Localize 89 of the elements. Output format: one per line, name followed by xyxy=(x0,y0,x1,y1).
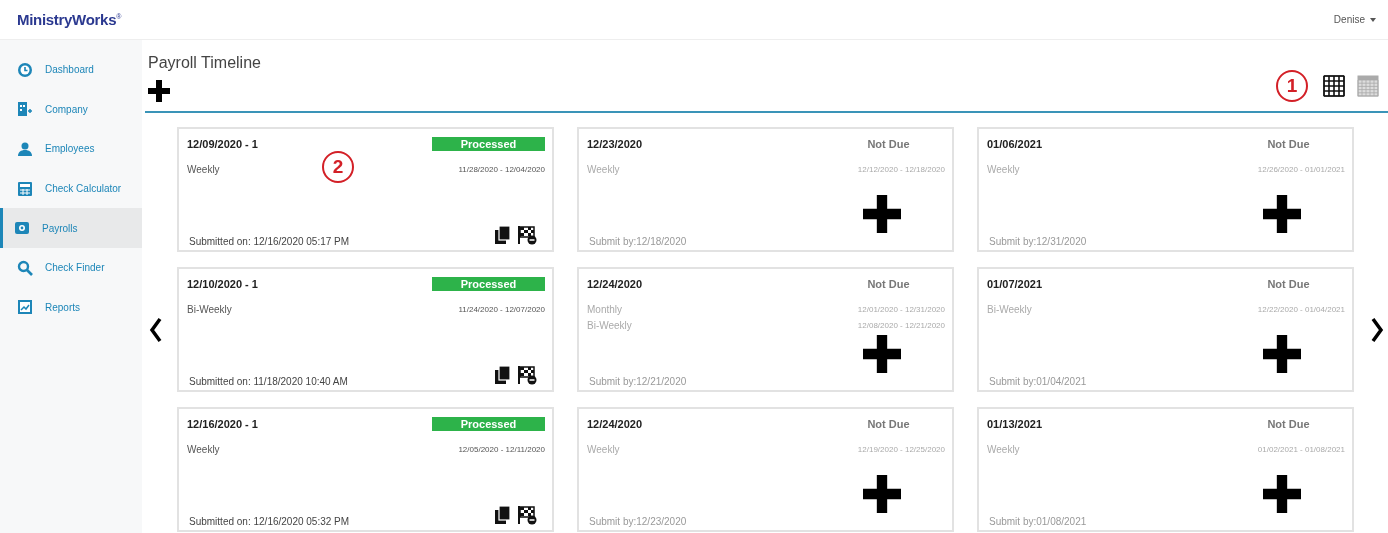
pay-frequency: Monthly xyxy=(587,303,622,315)
report-icon xyxy=(17,299,33,316)
card-footer-text: Submitted on: 12/16/2020 05:17 PM xyxy=(188,236,350,247)
pay-period-range: 12/19/2020 - 12/25/2020 xyxy=(857,444,945,454)
card-title: 12/24/2020 xyxy=(587,418,643,430)
flag-icon[interactable] xyxy=(517,225,537,245)
status-badge: Processed xyxy=(432,137,545,151)
sidebar-item[interactable]: Dashboard xyxy=(0,50,142,90)
pay-frequency: Weekly xyxy=(587,443,620,455)
card-footer-text: Submitted on: 11/18/2020 10:40 AM xyxy=(188,376,348,387)
flag-icon[interactable] xyxy=(517,365,537,385)
pay-period-range: 12/08/2020 - 12/21/2020 xyxy=(857,320,945,330)
status-text: Not Due xyxy=(1266,418,1311,430)
building-icon xyxy=(17,101,33,118)
status-badge: Processed xyxy=(432,277,545,291)
add-payroll-button[interactable] xyxy=(1263,475,1301,513)
status-text: Not Due xyxy=(866,418,911,430)
add-payroll-button[interactable] xyxy=(1263,335,1301,373)
calculator-icon xyxy=(17,180,33,197)
card-title: 12/23/2020 xyxy=(587,138,643,150)
card-title: 01/07/2021 xyxy=(987,278,1043,290)
status-text: Not Due xyxy=(866,138,911,150)
sidebar-item[interactable]: Reports xyxy=(0,287,142,328)
payroll-card[interactable]: 12/23/2020 Not Due Weekly 12/12/2020 - 12/18/2020 Submit by:12/18/2020 xyxy=(577,127,954,252)
flag-icon[interactable] xyxy=(517,505,537,525)
card-title: 01/06/2021 xyxy=(987,138,1043,150)
pay-period-range: 01/02/2021 - 01/08/2021 xyxy=(1257,444,1345,454)
card-title: 12/09/2020 - 1 xyxy=(187,138,258,150)
pay-frequency: Weekly xyxy=(587,163,620,175)
payroll-card[interactable]: 01/13/2021 Not Due Weekly 01/02/2021 - 01/08/2021 Submit by:01/08/2021 xyxy=(977,407,1354,532)
pay-period-range: 12/05/2020 - 12/11/2020 xyxy=(458,444,545,454)
copy-icon[interactable] xyxy=(493,505,513,525)
card-title: 12/10/2020 - 1 xyxy=(187,278,258,290)
pay-frequency: Weekly xyxy=(187,163,220,175)
status-badge: Processed xyxy=(432,417,545,431)
pay-frequency: Weekly xyxy=(987,163,1020,175)
payroll-card[interactable]: 12/24/2020 Not Due Weekly 12/19/2020 - 12/25/2020 Submit by:12/23/2020 xyxy=(577,407,954,532)
pay-frequency: Weekly xyxy=(987,443,1020,455)
pay-frequency: Bi-Weekly xyxy=(587,319,632,331)
card-footer-text: Submit by:12/23/2020 xyxy=(588,516,687,527)
card-footer-text: Submit by:12/18/2020 xyxy=(588,236,687,247)
sidebar-item[interactable]: Check Calculator xyxy=(0,168,142,209)
user-menu[interactable]: Denise xyxy=(1333,14,1376,25)
payroll-card[interactable]: 01/07/2021 Not Due Bi-Weekly 12/22/2020 - 01/04/2021 Submit by:01/04/2021 xyxy=(977,267,1354,392)
payroll-card[interactable]: 12/16/2020 - 1 Processed Weekly 12/05/2020 - 12/11/2020 Submitted on: 12/16/2020 05:32 PM xyxy=(177,407,554,532)
sidebar-item[interactable]: Employees xyxy=(0,129,142,169)
callout-marker: 2 xyxy=(322,151,354,183)
payroll-card[interactable]: 12/09/2020 - 1 Processed Weekly 11/28/2020 - 12/04/2020 Submitted on: 12/16/2020 05:17 PM 2 xyxy=(177,127,554,252)
pay-period-range: 11/24/2020 - 12/07/2020 xyxy=(458,304,545,314)
copy-icon[interactable] xyxy=(493,365,513,385)
sidebar-item[interactable]: Payrolls xyxy=(0,208,142,248)
search-icon xyxy=(17,259,33,276)
add-payroll-button[interactable] xyxy=(863,475,901,513)
card-footer-text: Submit by:01/04/2021 xyxy=(988,376,1087,387)
add-payroll-button[interactable] xyxy=(863,195,901,233)
card-title: 01/13/2021 xyxy=(987,418,1043,430)
sidebar-item[interactable]: Company xyxy=(0,89,142,130)
status-text: Not Due xyxy=(866,278,911,290)
card-footer-text: Submitted on: 12/16/2020 05:32 PM xyxy=(188,516,350,527)
add-button[interactable] xyxy=(148,80,170,102)
payroll-card[interactable]: 12/24/2020 Not Due Monthly 12/01/2020 - 12/31/2020 Bi-Weekly 12/08/2020 - 12/21/2020 Submit by:12/21/2020 xyxy=(577,267,954,392)
caret-icon xyxy=(1370,17,1376,22)
card-title: 12/24/2020 xyxy=(587,278,643,290)
pay-period-range: 12/26/2020 - 01/01/2021 xyxy=(1257,164,1345,174)
payroll-card[interactable]: 01/06/2021 Not Due Weekly 12/26/2020 - 01/01/2021 Submit by:12/31/2020 xyxy=(977,127,1354,252)
sidebar-item[interactable]: Check Finder xyxy=(0,247,142,288)
status-text: Not Due xyxy=(1266,138,1311,150)
add-payroll-button[interactable] xyxy=(1263,195,1301,233)
card-footer-text: Submit by:12/21/2020 xyxy=(588,376,687,387)
pay-frequency: Weekly xyxy=(187,443,220,455)
pay-frequency: Bi-Weekly xyxy=(187,303,232,315)
card-footer-text: Submit by:12/31/2020 xyxy=(988,236,1087,247)
card-footer-text: Submit by:01/08/2021 xyxy=(988,516,1087,527)
pay-period-range: 12/22/2020 - 01/04/2021 xyxy=(1257,304,1345,314)
pay-period-range: 11/28/2020 - 12/04/2020 xyxy=(458,164,545,174)
card-title: 12/16/2020 - 1 xyxy=(187,418,258,430)
page-title: Payroll Timeline xyxy=(148,54,261,72)
callout-marker: 1 xyxy=(1276,70,1308,102)
pay-period-range: 12/01/2020 - 12/31/2020 xyxy=(857,304,945,314)
person-icon xyxy=(17,141,33,157)
pay-frequency: Bi-Weekly xyxy=(987,303,1032,315)
logo: MinistryWorks$^{®}$ xyxy=(17,11,122,28)
copy-icon[interactable] xyxy=(493,225,513,245)
grid-view-button[interactable] xyxy=(1322,74,1346,98)
status-text: Not Due xyxy=(1266,278,1311,290)
clock-icon xyxy=(17,61,33,78)
payroll-card[interactable]: 12/10/2020 - 1 Processed Bi-Weekly 11/24/2020 - 12/07/2020 Submitted on: 11/18/2020 10:40 AM xyxy=(177,267,554,392)
pay-period-range: 12/12/2020 - 12/18/2020 xyxy=(857,164,945,174)
add-payroll-button[interactable] xyxy=(863,335,901,373)
